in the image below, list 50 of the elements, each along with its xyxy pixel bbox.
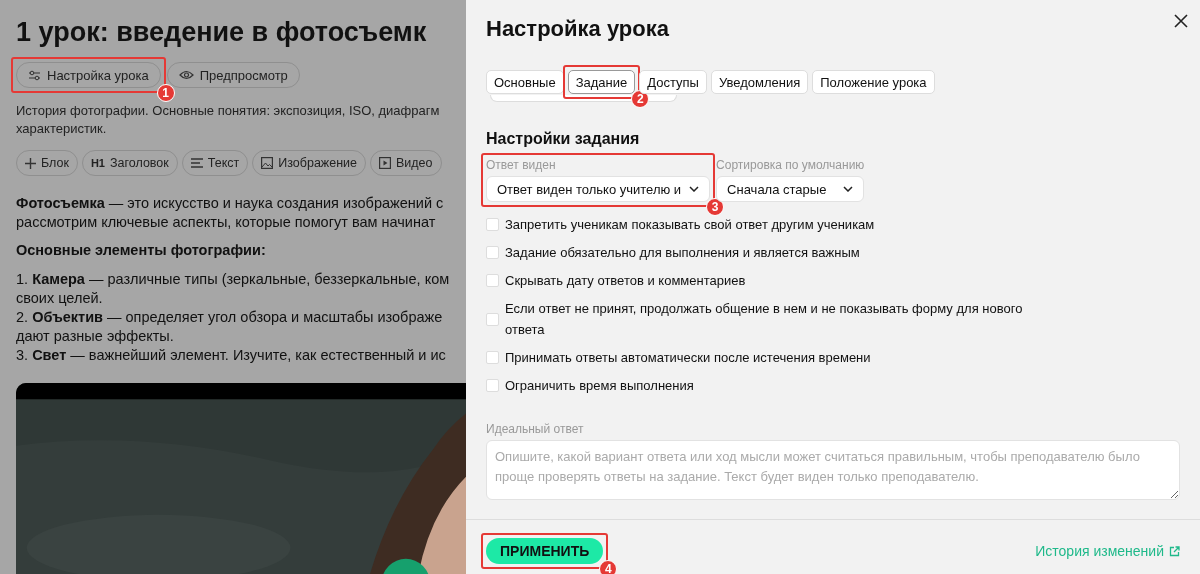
tab[interactable]: Доступы [639,70,707,94]
chevron-icon [843,186,854,192]
lines-icon [190,158,203,168]
lesson-description: характеристик. [16,120,108,138]
apply-button[interactable]: ПРИМЕНИТЬ [486,538,604,564]
list-item: 2. Объектив — определяет угол обзора и масштабы изображе [16,308,444,327]
sliders-icon [28,69,41,81]
checkbox-label: Ограничить время выполнения [505,377,694,395]
step-badge: 4 [599,560,618,574]
answer-box[interactable]: Опишите, какой вариант ответа или ход мысли может считаться правильным, чтобы преподавателю было проще проверять ответы на задание. Текст будет виден только преподавателю. [486,440,1180,500]
step-badge: 3 [706,198,725,216]
dialog-title: Настройка урока [486,16,669,42]
checkbox-label: Если ответ не принят, продолжать общение в нем и не показывать форму для нового ответа [505,300,1024,339]
list-item: 3. Свет — важнейший элемент. Изучите, как естественный и ис [16,346,447,365]
field-label: Идеальный ответ [486,422,585,436]
section-heading: Основные элементы фотографии: [16,242,267,258]
step-badge: 1 [156,84,175,102]
tab[interactable]: Уведомления [710,70,809,94]
checkbox-label: Принимать ответы автоматически после истечения времени [505,349,871,367]
checkbox[interactable] [486,379,499,392]
list-item: дают разные эффекты. [16,327,175,346]
checkbox-label: Скрывать дату ответов и комментариев [505,272,746,290]
field-label: Ответ виден [486,158,557,172]
plus-icon [25,157,36,169]
page-title: 1 урок: введение в фотосъемк [16,16,428,49]
dropdown[interactable]: Сначала старые [716,176,865,202]
checkbox-label: Задание обязательно для выполнения и является важным [505,244,860,262]
list-item: своих целей. [16,289,104,308]
section-heading: Настройки задания [486,130,641,148]
checkbox[interactable] [486,218,499,231]
checkbox[interactable] [486,312,499,326]
paragraph: Фотосъемка — это искусство и наука создания изображений с [16,194,445,213]
checkbox[interactable] [486,246,499,259]
eye-icon [178,70,194,80]
image-icon [261,157,274,169]
checkbox[interactable] [486,351,499,364]
tab[interactable]: Основные [486,70,564,94]
video-icon [379,157,391,169]
checkbox[interactable] [486,274,499,287]
close-icon[interactable] [1174,14,1188,28]
list-item: 1. Камера — различные типы (зеркальные, беззеркальные, ком [16,270,451,289]
dropdown[interactable]: Ответ виден только учителю и [486,176,711,202]
field-label: Сортировка по умолчанию [716,158,865,172]
lesson-description: История фотографии. Основные понятия: экспозиция, ISO, диафрагм [16,102,441,120]
chevron-icon [689,186,700,192]
external-link-icon [1169,545,1180,557]
paragraph: рассмотрим ключевые аспекты, которые помогут вам начинат [16,213,437,232]
tab[interactable]: Положение урока [812,70,935,94]
checkbox-label: Запретить ученикам показывать свой ответ другим ученикам [505,216,875,234]
tab[interactable]: Задание [567,70,636,94]
